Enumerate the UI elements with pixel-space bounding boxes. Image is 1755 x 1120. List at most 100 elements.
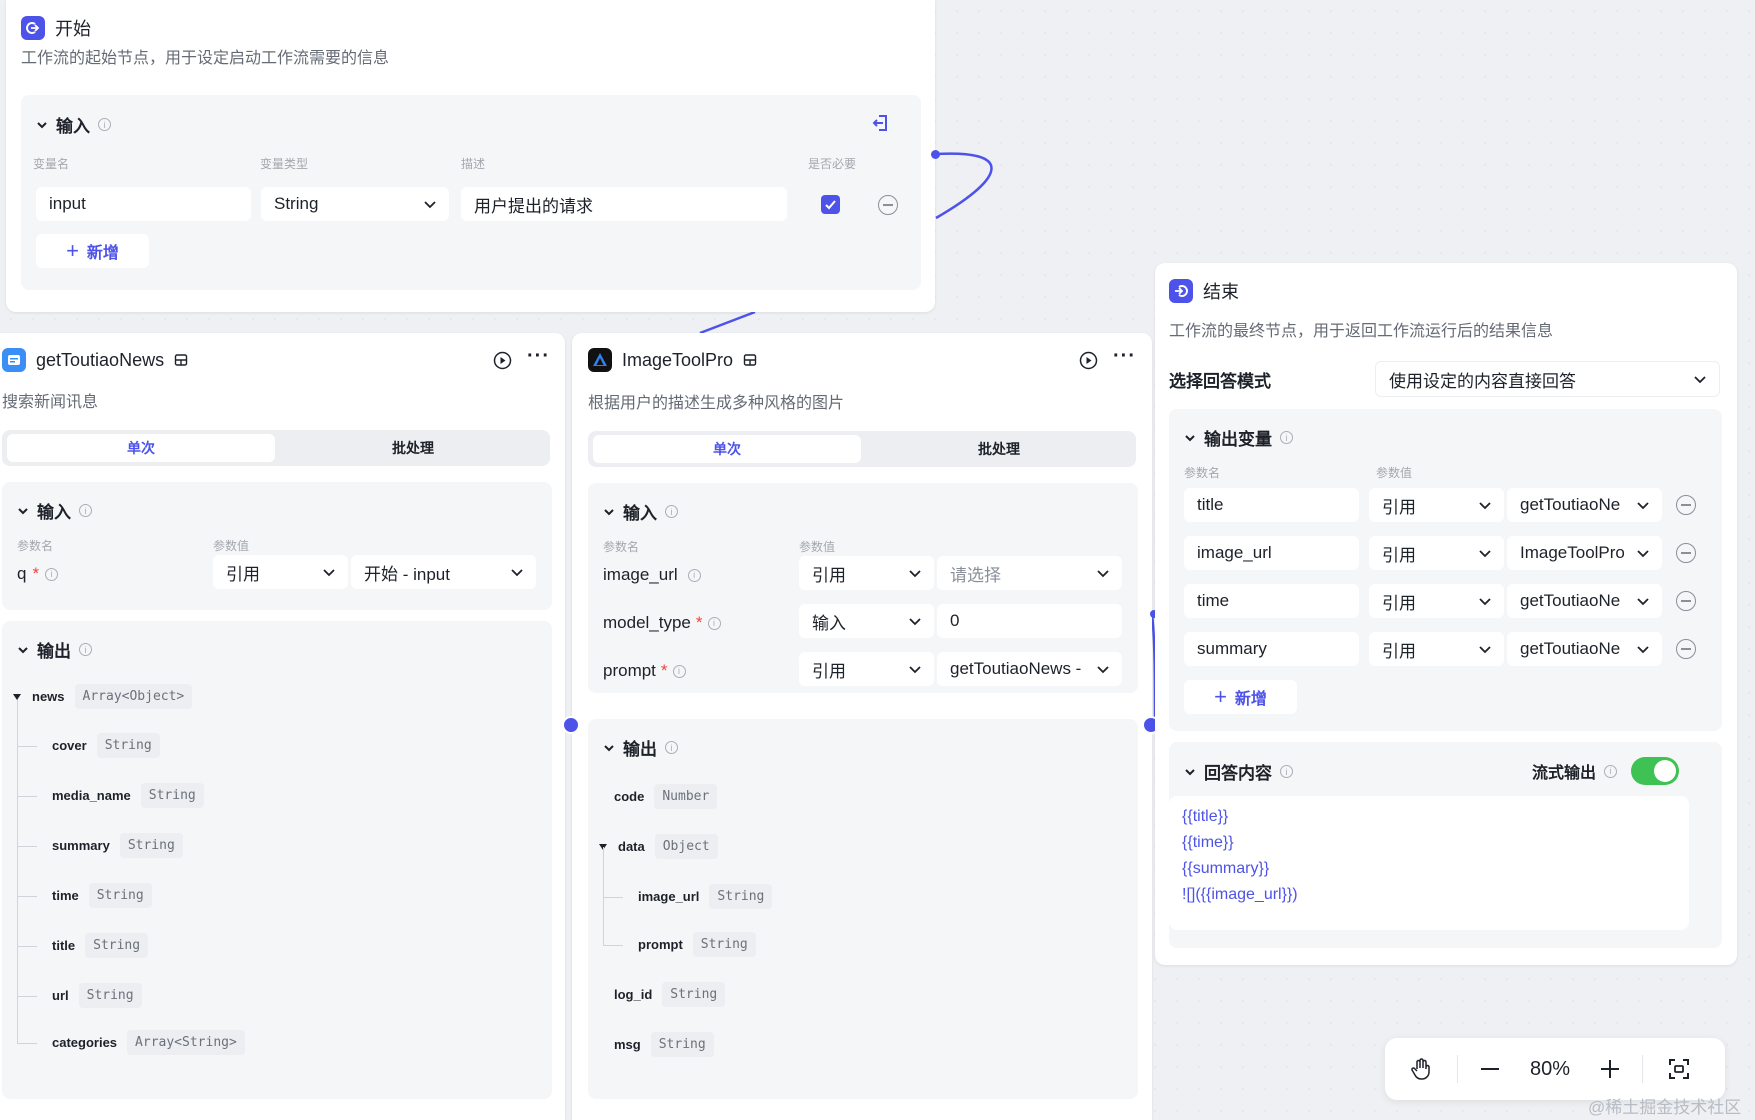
toutiao-node[interactable]: getToutiaoNews ··· 搜索新闻讯息 单次 批处理 输入 i 参数… <box>0 333 565 1120</box>
out-value: getToutiaoNe <box>1520 591 1621 610</box>
out-value-select[interactable]: getToutiaoNe <box>1507 584 1662 618</box>
out-mode-select[interactable]: 引用 <box>1369 536 1504 570</box>
start-node[interactable]: 开始 工作流的起始节点，用于设定启动工作流需要的信息 输入 i 变量名 变量类型… <box>6 0 940 312</box>
run-node-icon[interactable] <box>493 351 512 370</box>
chevron-down-icon <box>1637 550 1649 558</box>
col-param-value: 参数值 <box>213 539 250 553</box>
image-output-title: 输出 <box>623 740 657 759</box>
info-icon: i <box>1280 431 1293 444</box>
answer-line: {{title}} <box>1182 808 1229 825</box>
image-output-panel: 输出 i code Number data Object image_url Stri… <box>588 719 1138 1099</box>
output-name: code <box>614 789 645 804</box>
tree-row: url String <box>52 983 142 1008</box>
more-options-icon[interactable]: ··· <box>527 345 550 368</box>
more-options-icon[interactable]: ··· <box>1113 345 1136 368</box>
out-name-input[interactable]: time <box>1184 584 1359 618</box>
answer-editor[interactable]: {{title}} {{time}} {{summary}} ![]({{ima… <box>1169 796 1689 930</box>
chevron-down-icon[interactable] <box>603 506 615 518</box>
chevron-down-icon[interactable] <box>1184 432 1196 444</box>
chevron-down-icon <box>511 569 523 577</box>
remove-row-icon[interactable] <box>1676 639 1696 659</box>
zoom-level[interactable]: 80% <box>1522 1058 1578 1081</box>
out-mode: 引用 <box>1382 545 1416 565</box>
out-name: summary <box>1197 639 1267 658</box>
zoom-out-icon[interactable] <box>1458 1058 1522 1080</box>
chevron-down-icon[interactable] <box>17 644 29 656</box>
param-mode-select[interactable]: 引用 <box>799 556 934 590</box>
out-name: time <box>1197 591 1230 610</box>
mode-segment: 单次 批处理 <box>588 431 1136 467</box>
add-label: 新增 <box>86 245 119 262</box>
col-var-type: 变量类型 <box>260 157 309 171</box>
hand-tool-icon[interactable] <box>1385 1057 1457 1081</box>
param-value-select[interactable]: 请选择 <box>937 556 1122 590</box>
chevron-down-icon <box>909 570 921 578</box>
answer-mode-select[interactable]: 使用设定的内容直接回答 <box>1375 361 1720 397</box>
param-mode-value: 引用 <box>812 565 846 585</box>
param-q-mode-select[interactable]: 引用 <box>213 555 348 589</box>
chevron-down-icon <box>1637 598 1649 606</box>
param-value-select[interactable]: getToutiaoNews - <box>937 652 1122 686</box>
end-node[interactable]: 结束 工作流的最终节点，用于返回工作流运行后的结果信息 选择回答模式 使用设定的… <box>1155 263 1737 965</box>
zoom-in-icon[interactable] <box>1578 1058 1642 1080</box>
remove-row-icon[interactable] <box>1676 591 1696 611</box>
chevron-down-icon[interactable] <box>17 505 29 517</box>
stream-output-toggle[interactable] <box>1631 757 1680 785</box>
caret-down-icon[interactable] <box>12 692 22 702</box>
chevron-down-icon <box>909 618 921 626</box>
type-tag: Array<Object> <box>74 684 193 709</box>
tree-row: time String <box>52 883 152 908</box>
chevron-down-icon[interactable] <box>603 742 615 754</box>
remove-row-icon[interactable] <box>1676 495 1696 515</box>
type-tag: String <box>88 883 152 908</box>
remove-row-icon[interactable] <box>1676 543 1696 563</box>
required-checkbox[interactable] <box>821 195 840 214</box>
var-name-input[interactable]: input <box>36 187 251 221</box>
var-type-select[interactable]: String <box>261 187 449 221</box>
param-value-input[interactable]: 0 <box>937 604 1122 638</box>
mode-segment: 单次 批处理 <box>2 430 550 466</box>
image-desc: 根据用户的描述生成多种风格的图片 <box>588 395 845 412</box>
out-name-input[interactable]: title <box>1184 488 1359 522</box>
required-mark: * <box>32 564 40 583</box>
add-variable-button[interactable]: + 新增 <box>36 234 149 268</box>
tab-batch[interactable]: 批处理 <box>865 435 1133 463</box>
add-output-button[interactable]: + 新增 <box>1184 680 1297 714</box>
var-desc-input[interactable]: 用户提出的请求 <box>461 187 787 221</box>
type-tag: String <box>140 783 204 808</box>
out-mode: 引用 <box>1382 641 1416 661</box>
type-tag: String <box>709 884 773 909</box>
collapse-panel-icon[interactable] <box>871 113 891 133</box>
out-mode-select[interactable]: 引用 <box>1369 632 1504 666</box>
image-node[interactable]: ImageToolPro ··· 根据用户的描述生成多种风格的图片 单次 批处理… <box>572 333 1152 1120</box>
out-name-input[interactable]: summary <box>1184 632 1359 666</box>
start-output-handle[interactable] <box>931 150 940 159</box>
output-name: media_name <box>52 788 131 803</box>
chevron-down-icon[interactable] <box>1184 766 1196 778</box>
chevron-down-icon <box>1097 666 1109 674</box>
param-mode-select[interactable]: 输入 <box>799 604 934 638</box>
tab-single[interactable]: 单次 <box>593 435 861 463</box>
tree-row: prompt String <box>638 932 756 957</box>
out-value-select[interactable]: getToutiaoNe <box>1507 632 1662 666</box>
out-mode-select[interactable]: 引用 <box>1369 584 1504 618</box>
fit-view-icon[interactable] <box>1643 1057 1715 1081</box>
tab-batch[interactable]: 批处理 <box>279 434 547 462</box>
image-input-handle[interactable] <box>562 716 580 734</box>
tree-line <box>17 697 18 1043</box>
remove-row-icon[interactable] <box>878 195 898 215</box>
output-name: categories <box>52 1035 118 1050</box>
out-name-input[interactable]: image_url <box>1184 536 1359 570</box>
out-value-select[interactable]: ImageToolPro <box>1507 536 1662 570</box>
info-icon: i <box>672 664 686 678</box>
info-icon: i <box>79 643 92 656</box>
answer-line: {{time}} <box>1182 834 1234 851</box>
run-node-icon[interactable] <box>1079 351 1098 370</box>
chevron-down-icon[interactable] <box>36 119 48 131</box>
param-q-value-select[interactable]: 开始 - input <box>351 555 536 589</box>
chevron-down-icon <box>1637 502 1649 510</box>
out-mode-select[interactable]: 引用 <box>1369 488 1504 522</box>
out-value-select[interactable]: getToutiaoNe <box>1507 488 1662 522</box>
param-mode-select[interactable]: 引用 <box>799 652 934 686</box>
tab-single[interactable]: 单次 <box>7 434 275 462</box>
